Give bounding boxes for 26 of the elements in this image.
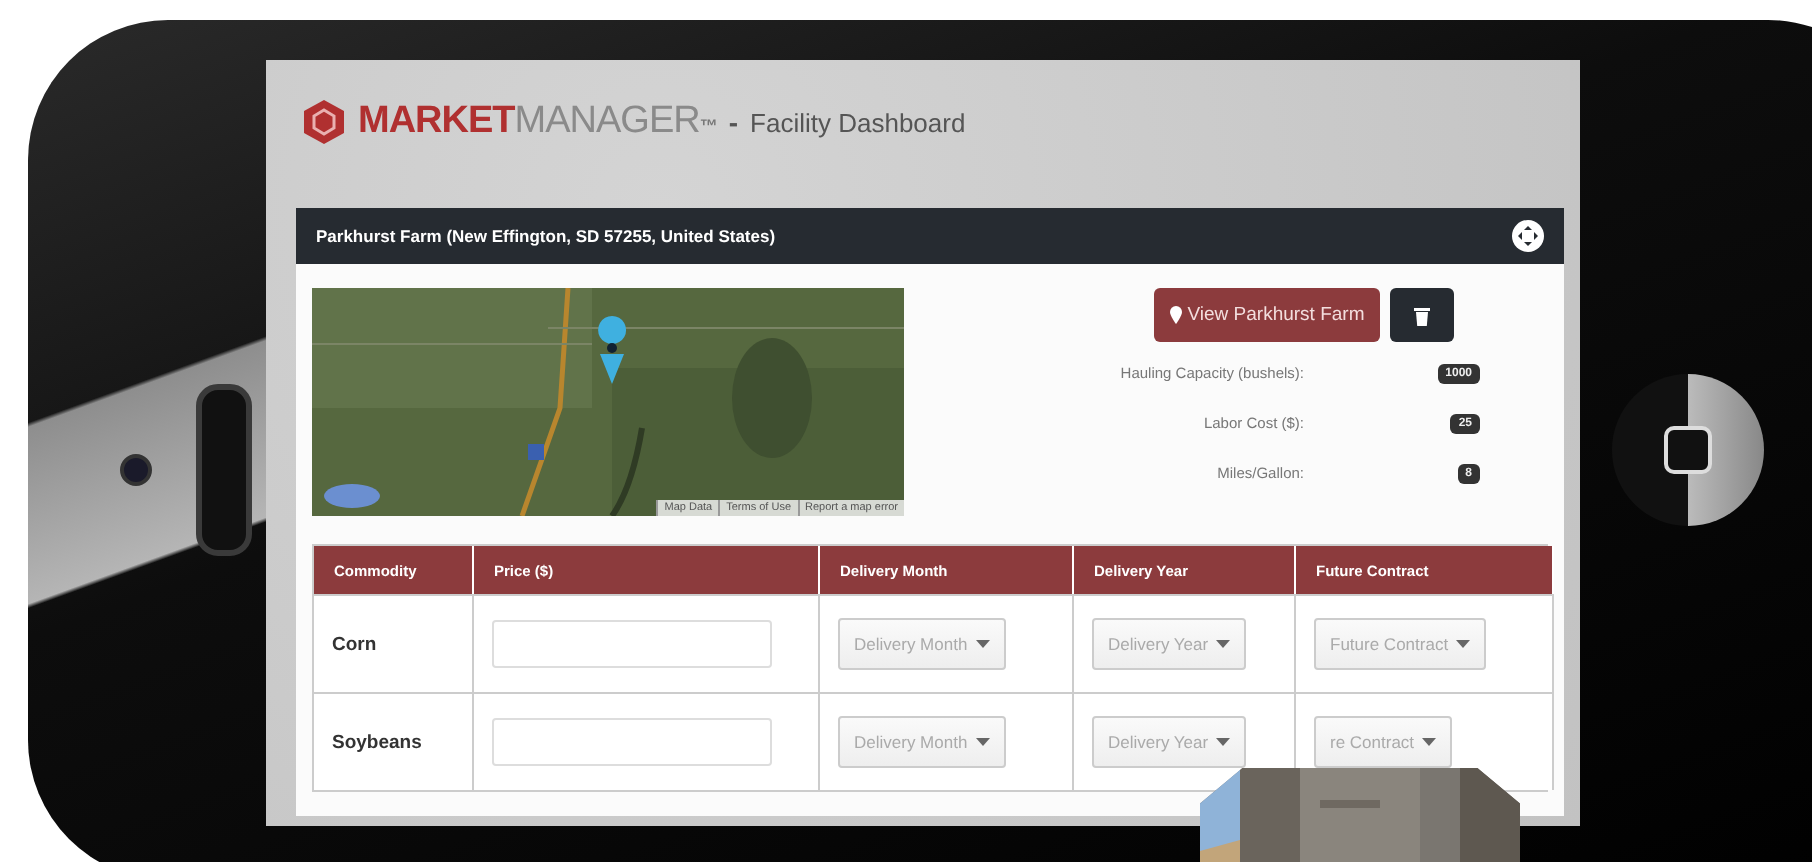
camera-icon xyxy=(120,454,152,486)
dropdown[interactable]: Delivery Year xyxy=(1092,618,1247,670)
caret-icon xyxy=(975,640,990,648)
caret-icon xyxy=(1422,738,1437,746)
trash-icon xyxy=(1414,305,1431,325)
title-separator: - xyxy=(728,106,739,138)
price-field[interactable] xyxy=(492,718,772,766)
dropdown[interactable]: Delivery Year xyxy=(1092,716,1247,768)
delete-button[interactable] xyxy=(1390,288,1455,342)
commodity-cell: Corn xyxy=(332,633,377,655)
page-title: Facility Dashboard xyxy=(750,107,966,137)
caret-icon xyxy=(975,738,990,746)
caret-icon xyxy=(1216,738,1231,746)
panel-title: Parkhurst Farm (New Effington, SD 57255, United States) xyxy=(316,226,776,246)
dropdown[interactable]: re Contract xyxy=(1314,716,1453,768)
dropdown[interactable]: Future Contract xyxy=(1314,618,1487,670)
commodity-cell: Soybeans xyxy=(332,731,422,753)
map-pin-icon xyxy=(1169,306,1182,324)
dropdown[interactable]: Delivery Month xyxy=(838,618,1006,670)
view-farm-button[interactable]: View Parkhurst Farm xyxy=(1153,288,1381,342)
cube-logo-icon xyxy=(302,98,346,146)
caret-icon xyxy=(1456,640,1471,648)
price-field[interactable] xyxy=(492,620,772,668)
expand-icon[interactable] xyxy=(1512,220,1544,252)
caret-icon xyxy=(1216,640,1231,648)
dropdown[interactable]: Delivery Month xyxy=(838,716,1006,768)
